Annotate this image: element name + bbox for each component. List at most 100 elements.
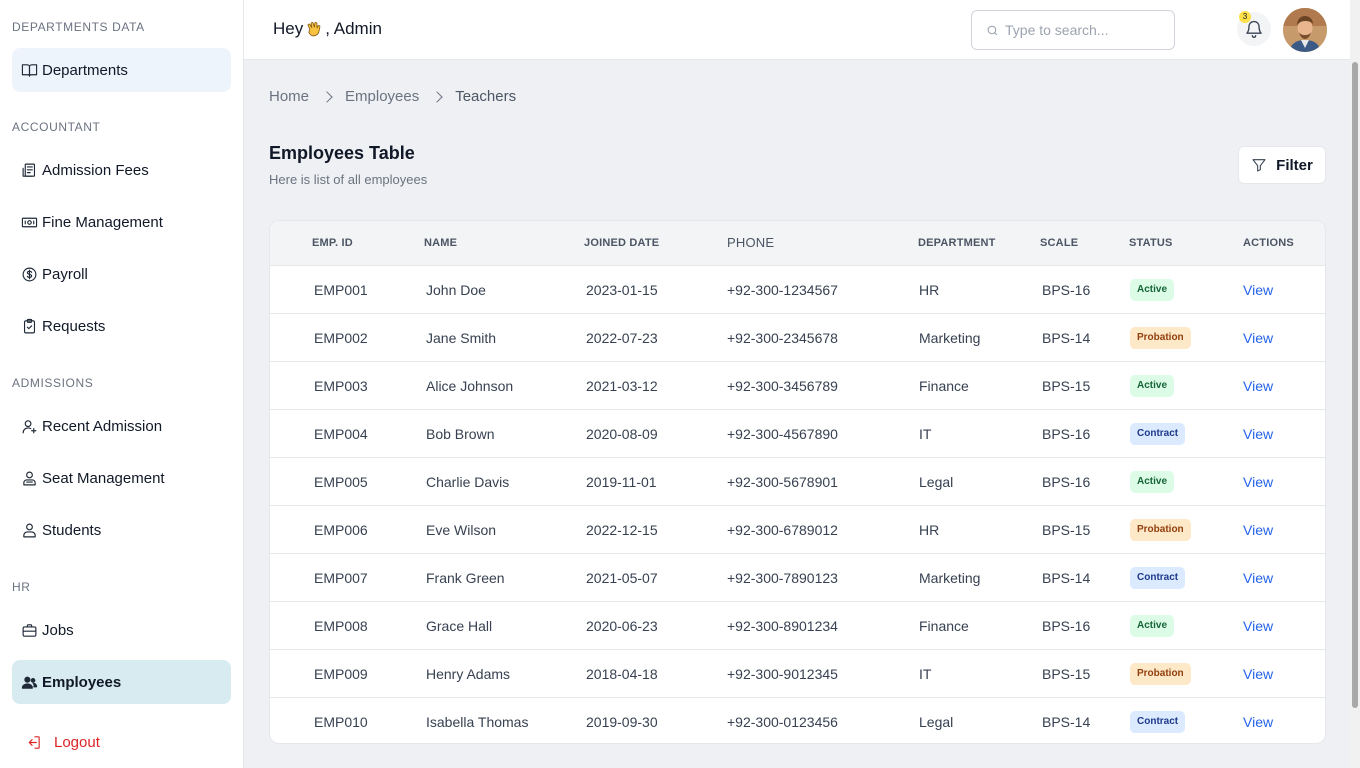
cell-name: Bob Brown xyxy=(426,426,495,442)
section-title-accountant: ACCOUNTANT xyxy=(12,120,101,134)
search-icon xyxy=(987,25,998,35)
cell-department: IT xyxy=(919,666,932,682)
sidebar-item-label: Recent Admission xyxy=(42,417,163,435)
cell-joined-date: 2023-01-15 xyxy=(586,282,658,298)
search-box[interactable] xyxy=(971,10,1175,50)
view-link[interactable]: View xyxy=(1243,618,1273,634)
scrollbar-thumb[interactable] xyxy=(1352,62,1358,708)
cell-name: Charlie Davis xyxy=(426,474,510,490)
logout-label: Logout xyxy=(54,733,100,751)
cell-emp-id: EMP008 xyxy=(314,618,368,634)
cell-scale: BPS-16 xyxy=(1042,426,1091,442)
cell-joined-date: 2022-12-15 xyxy=(586,522,658,538)
waving-hand-icon xyxy=(304,19,324,39)
cell-department: Marketing xyxy=(919,330,981,346)
cell-phone: +92-300-6789012 xyxy=(727,522,838,538)
view-link[interactable]: View xyxy=(1243,378,1273,394)
table-row: EMP003 Alice Johnson 2021-03-12 +92-300-345… xyxy=(270,361,1325,409)
view-link[interactable]: View xyxy=(1243,426,1273,442)
cell-name: Frank Green xyxy=(426,570,505,586)
users-group-icon xyxy=(20,673,38,691)
search-input[interactable] xyxy=(1005,22,1165,38)
avatar[interactable] xyxy=(1283,8,1327,52)
column-header-emp-id: EMP. ID xyxy=(312,237,353,249)
cell-emp-id: EMP001 xyxy=(314,282,368,298)
filter-icon xyxy=(1252,159,1266,172)
table-row: EMP002 Jane Smith 2022-07-23 +92-300-234567… xyxy=(270,313,1325,361)
filter-button[interactable]: Filter xyxy=(1238,146,1326,184)
cell-phone: +92-300-2345678 xyxy=(727,330,838,346)
table-row: EMP008 Grace Hall 2020-06-23 +92-300-890123… xyxy=(270,601,1325,649)
table-row: EMP004 Bob Brown 2020-08-09 +92-300-4567890… xyxy=(270,409,1325,457)
view-link[interactable]: View xyxy=(1243,666,1273,682)
table-row: EMP009 Henry Adams 2018-04-18 +92-300-90123… xyxy=(270,649,1325,697)
cell-phone: +92-300-4567890 xyxy=(727,426,838,442)
cell-name: Grace Hall xyxy=(426,618,493,634)
sidebar-item-label: Requests xyxy=(42,317,106,335)
cell-name: Jane Smith xyxy=(426,330,497,346)
sidebar-item-label: Seat Management xyxy=(42,469,165,487)
breadcrumb-employees[interactable]: Employees xyxy=(345,88,419,105)
cell-emp-id: EMP006 xyxy=(314,522,368,538)
sidebar-item-label: Departments xyxy=(42,61,128,79)
sidebar-item-students[interactable]: Students xyxy=(12,508,231,552)
view-link[interactable]: View xyxy=(1243,474,1273,490)
sidebar-item-label: Payroll xyxy=(42,265,88,283)
cell-department: Legal xyxy=(919,714,954,730)
sidebar-item-seat-management[interactable]: Seat Management xyxy=(12,456,231,500)
sidebar: DEPARTMENTS DATA Departments ACCOUNTANT … xyxy=(0,0,244,768)
sidebar-item-label: Employees xyxy=(42,673,122,691)
sidebar-item-fine-management[interactable]: Fine Management xyxy=(12,200,231,244)
status-badge: Probation xyxy=(1130,519,1191,541)
logout-button[interactable]: Logout xyxy=(16,720,235,764)
logout-icon xyxy=(24,733,42,751)
cell-phone: +92-300-5678901 xyxy=(727,474,838,490)
cell-name: Alice Johnson xyxy=(426,378,514,394)
cell-joined-date: 2021-05-07 xyxy=(586,570,658,586)
banknote-icon xyxy=(20,213,38,231)
cell-phone: +92-300-3456789 xyxy=(727,378,838,394)
cell-joined-date: 2020-06-23 xyxy=(586,618,658,634)
notifications-button[interactable]: 3 xyxy=(1237,11,1271,46)
cell-scale: BPS-15 xyxy=(1042,378,1091,394)
section-title-admissions: ADMISSIONS xyxy=(12,376,94,390)
sidebar-item-payroll[interactable]: Payroll xyxy=(12,252,231,296)
sidebar-item-recent-admission[interactable]: Recent Admission xyxy=(12,404,231,448)
cell-department: HR xyxy=(919,522,940,538)
chevron-right-icon xyxy=(431,90,443,103)
view-link[interactable]: View xyxy=(1243,282,1273,298)
cell-emp-id: EMP009 xyxy=(314,666,368,682)
column-header-department: DEPARTMENT xyxy=(918,237,996,249)
section-title-departments-data: DEPARTMENTS DATA xyxy=(12,20,145,34)
sidebar-item-admission-fees[interactable]: Admission Fees xyxy=(12,148,231,192)
cell-joined-date: 2019-11-01 xyxy=(586,474,657,490)
view-link[interactable]: View xyxy=(1243,330,1273,346)
view-link[interactable]: View xyxy=(1243,570,1273,586)
cell-scale: BPS-14 xyxy=(1042,330,1091,346)
cell-phone: +92-300-9012345 xyxy=(727,666,838,682)
cell-joined-date: 2019-09-30 xyxy=(586,714,658,730)
sidebar-item-employees[interactable]: Employees xyxy=(12,660,231,704)
page-title: Employees Table xyxy=(269,143,415,163)
cell-department: Finance xyxy=(919,378,969,394)
sidebar-item-jobs[interactable]: Jobs xyxy=(12,608,231,652)
sidebar-item-departments[interactable]: Departments xyxy=(12,48,231,92)
table-row: EMP001 John Doe 2023-01-15 +92-300-1234567 H… xyxy=(270,265,1325,313)
filter-label: Filter xyxy=(1276,156,1313,174)
section-title-hr: HR xyxy=(12,580,31,594)
breadcrumb-home[interactable]: Home xyxy=(269,88,309,105)
receipt-icon xyxy=(20,161,38,179)
cell-scale: BPS-14 xyxy=(1042,570,1091,586)
status-badge: Probation xyxy=(1130,663,1191,685)
view-link[interactable]: View xyxy=(1243,522,1273,538)
cell-emp-id: EMP003 xyxy=(314,378,368,394)
cell-department: Finance xyxy=(919,618,969,634)
cell-department: HR xyxy=(919,282,940,298)
view-link[interactable]: View xyxy=(1243,714,1273,730)
cell-emp-id: EMP002 xyxy=(314,330,368,346)
page-scrollbar[interactable] xyxy=(1350,0,1360,768)
sidebar-item-requests[interactable]: Requests xyxy=(12,304,231,348)
status-badge: Active xyxy=(1130,471,1175,493)
status-badge: Contract xyxy=(1130,711,1186,733)
user-icon xyxy=(20,521,38,539)
